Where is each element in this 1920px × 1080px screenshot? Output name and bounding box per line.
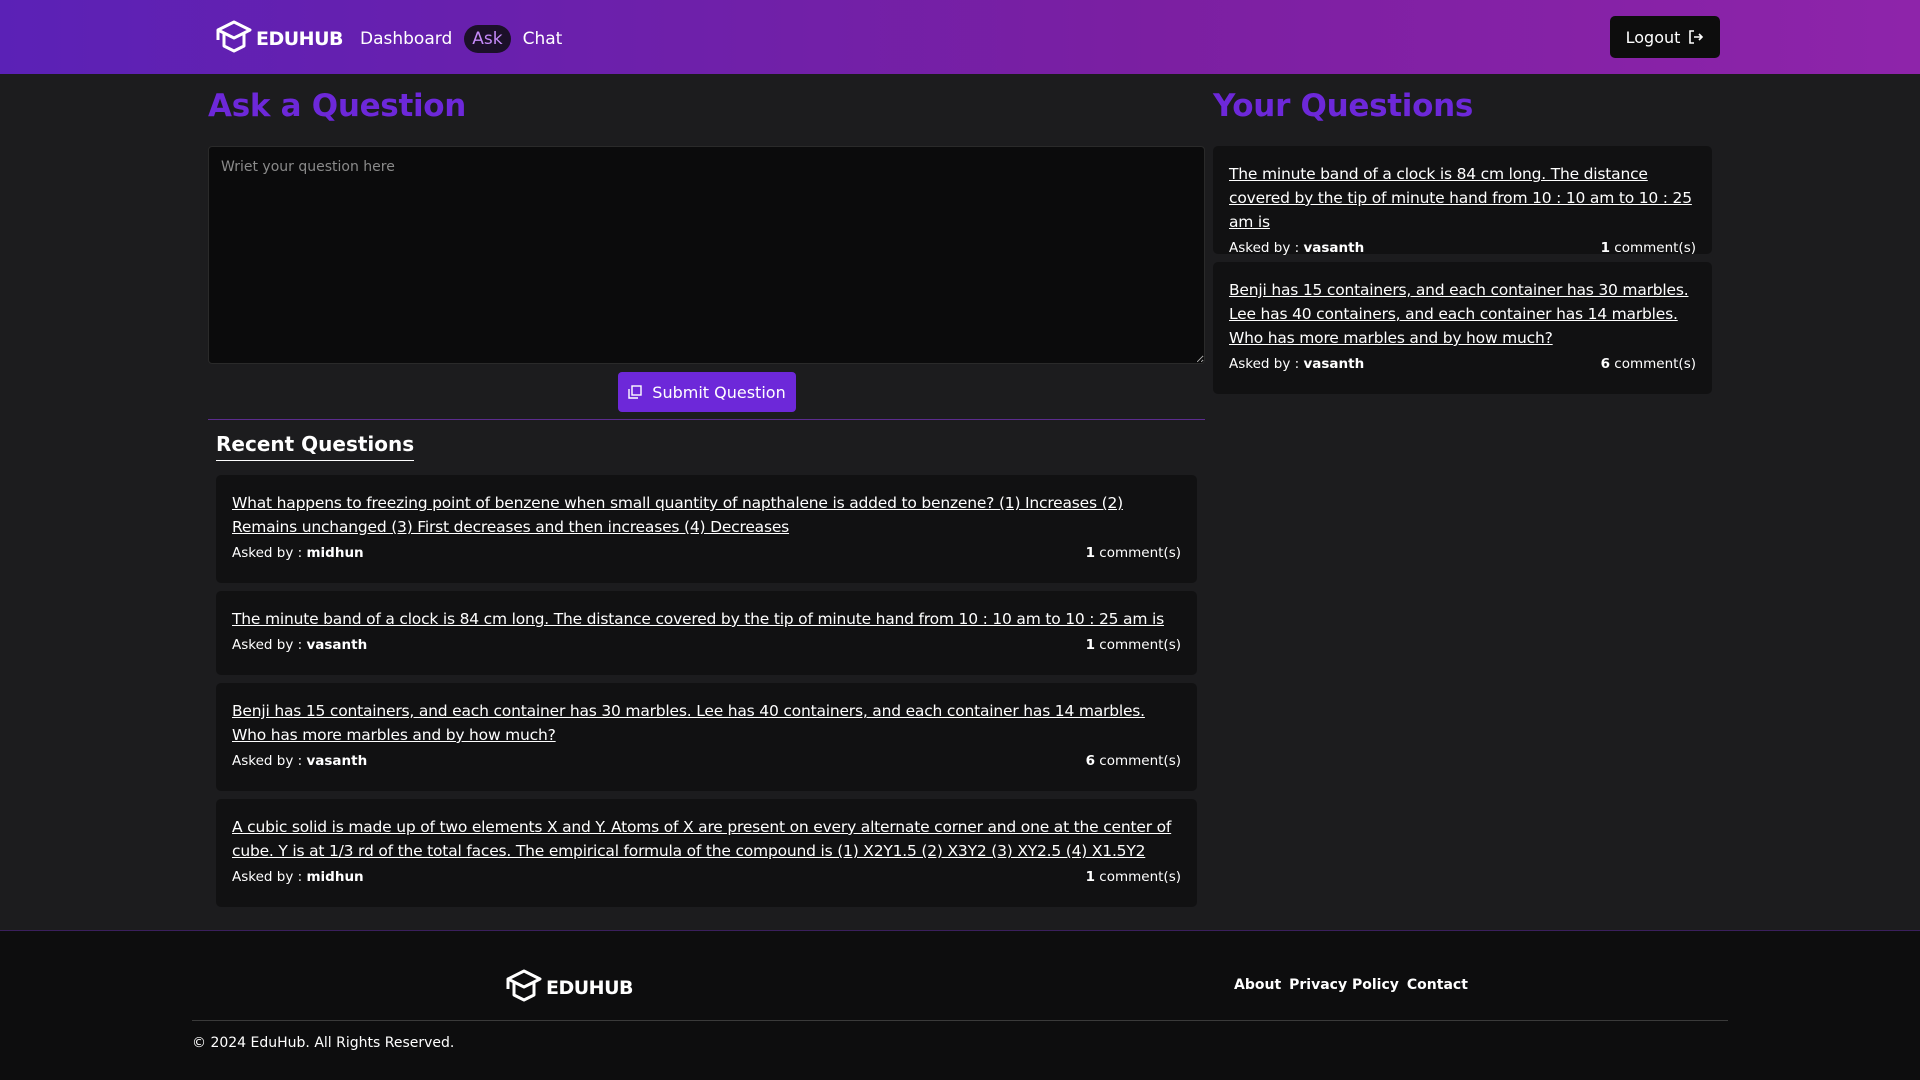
copyright-text: © 2024 EduHub. All Rights Reserved. [192, 1035, 455, 1051]
asked-by: Asked by : vasanth [1229, 356, 1365, 372]
section-divider [208, 419, 1205, 420]
ask-question-heading: Ask a Question [208, 88, 467, 124]
copy-icon [628, 385, 642, 399]
comment-count: 1 comment(s) [1600, 240, 1696, 256]
asked-by: Asked by : vasanth [1229, 240, 1365, 256]
asker-name: vasanth [306, 637, 368, 653]
question-link[interactable]: A cubic solid is made up of two elements… [232, 815, 1181, 863]
asker-name: midhun [306, 545, 364, 561]
submit-label: Submit Question [652, 382, 786, 402]
logout-label: Logout [1625, 27, 1681, 47]
eduhub-logo[interactable]: EDUHUB [212, 16, 344, 54]
recent-question-card: The minute band of a clock is 84 cm long… [216, 591, 1197, 675]
nav-chat[interactable]: Chat [515, 25, 571, 53]
footer-link-contact[interactable]: Contact [1407, 977, 1468, 993]
question-meta: Asked by : midhun 1 comment(s) [232, 545, 1181, 561]
asked-by: Asked by : vasanth [232, 753, 368, 769]
main-nav: Dashboard Ask Chat [352, 25, 574, 53]
recent-question-card: Benji has 15 containers, and each contai… [216, 683, 1197, 791]
your-question-card: Benji has 15 containers, and each contai… [1213, 262, 1712, 394]
comment-count: 6 comment(s) [1085, 753, 1181, 769]
asker-name: vasanth [306, 753, 368, 769]
comment-count: 6 comment(s) [1600, 356, 1696, 372]
comment-count: 1 comment(s) [1085, 637, 1181, 653]
question-link[interactable]: The minute band of a clock is 84 cm long… [232, 607, 1181, 631]
recent-question-card: A cubic solid is made up of two elements… [216, 799, 1197, 907]
asked-by: Asked by : vasanth [232, 637, 368, 653]
footer-logo-text: EDUHUB [546, 977, 634, 999]
question-link[interactable]: The minute band of a clock is 84 cm long… [1229, 162, 1696, 234]
question-link[interactable]: What happens to freezing point of benzen… [232, 491, 1181, 539]
recent-question-card: What happens to freezing point of benzen… [216, 475, 1197, 583]
footer: EDUHUB About Privacy Policy Contact © 20… [0, 930, 1920, 1080]
graduation-cap-icon [506, 969, 542, 1002]
your-question-card: The minute band of a clock is 84 cm long… [1213, 146, 1712, 256]
recent-questions-heading: Recent Questions [216, 432, 415, 461]
nav-ask[interactable]: Ask [464, 25, 511, 53]
question-meta: Asked by : vasanth 1 comment(s) [1229, 240, 1696, 256]
question-link[interactable]: Benji has 15 containers, and each contai… [1229, 278, 1696, 350]
graduation-cap-icon [216, 20, 252, 53]
question-meta: Asked by : vasanth 6 comment(s) [232, 753, 1181, 769]
your-questions-heading: Your Questions [1213, 88, 1474, 124]
footer-link-privacy[interactable]: Privacy Policy [1289, 977, 1399, 993]
logout-button[interactable]: Logout [1610, 16, 1720, 58]
nav-dashboard[interactable]: Dashboard [352, 25, 460, 53]
asker-name: vasanth [1303, 240, 1365, 256]
question-link[interactable]: Benji has 15 containers, and each contai… [232, 699, 1181, 747]
asker-name: midhun [306, 869, 364, 885]
comment-count: 1 comment(s) [1085, 869, 1181, 885]
logo-text: EDUHUB [256, 28, 344, 50]
question-meta: Asked by : vasanth 6 comment(s) [1229, 356, 1696, 372]
question-meta: Asked by : vasanth 1 comment(s) [232, 637, 1181, 653]
footer-logo[interactable]: EDUHUB [502, 965, 634, 1003]
footer-divider [192, 1020, 1728, 1021]
asked-by: Asked by : midhun [232, 869, 364, 885]
top-navbar: EDUHUB Dashboard Ask Chat Logout [0, 0, 1920, 74]
comment-count: 1 comment(s) [1085, 545, 1181, 561]
logout-icon [1689, 30, 1704, 44]
footer-link-about[interactable]: About [1234, 977, 1281, 993]
footer-links: About Privacy Policy Contact [1234, 977, 1468, 993]
asked-by: Asked by : midhun [232, 545, 364, 561]
submit-question-button[interactable]: Submit Question [618, 372, 796, 412]
question-input[interactable] [208, 146, 1205, 364]
question-meta: Asked by : midhun 1 comment(s) [232, 869, 1181, 885]
asker-name: vasanth [1303, 356, 1365, 372]
